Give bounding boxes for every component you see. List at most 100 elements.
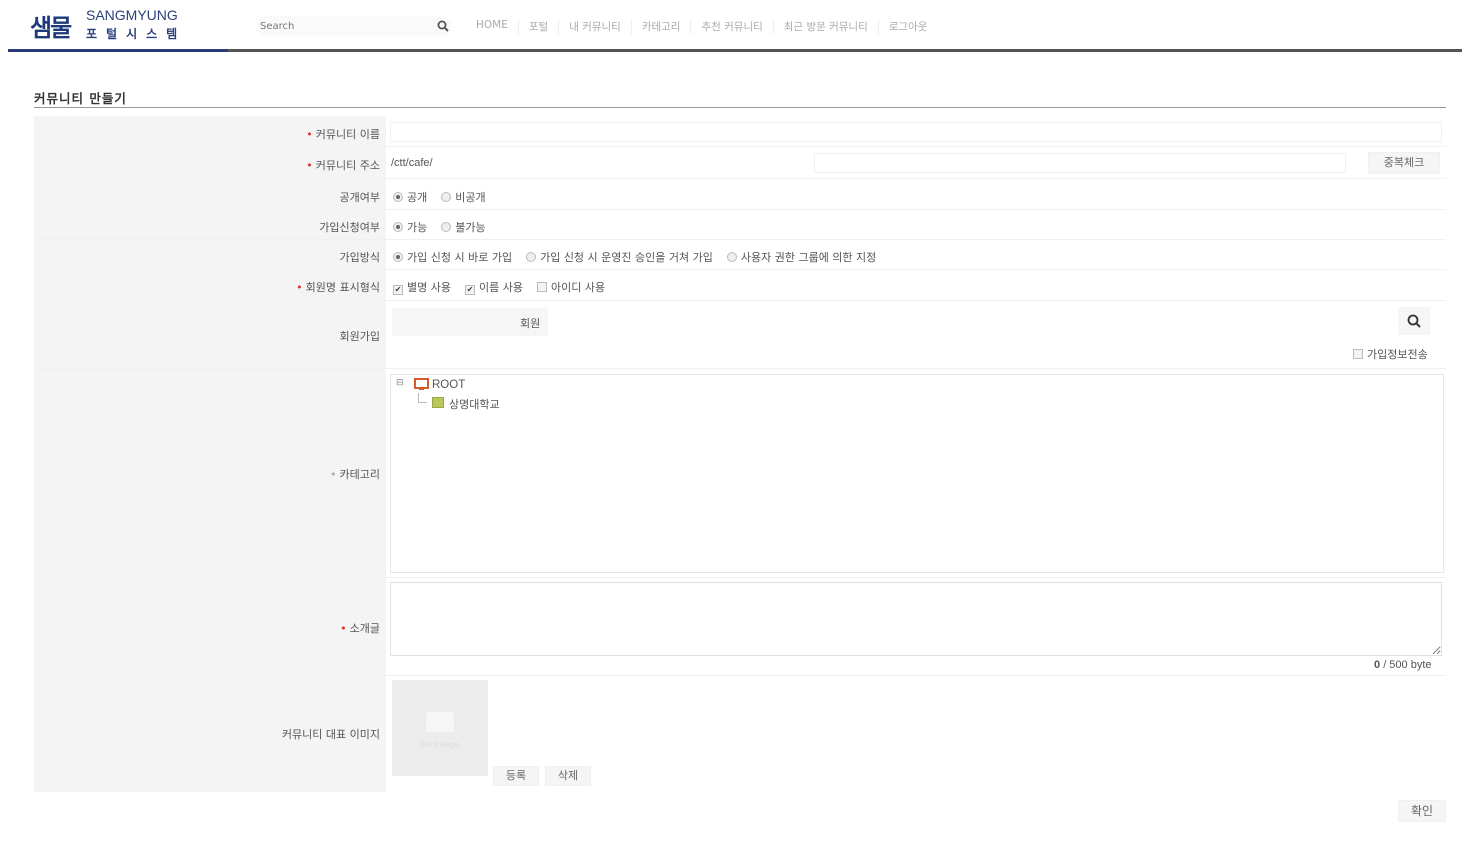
- visibility-public-radio[interactable]: 공개: [393, 189, 427, 205]
- join-allowed-radio[interactable]: 가능: [393, 219, 427, 235]
- row-divider: [34, 178, 1446, 179]
- row-divider: [34, 209, 1446, 210]
- member-group-value: 회원: [520, 317, 541, 330]
- image-placeholder-icon: [426, 712, 454, 732]
- search-icon: [1407, 314, 1421, 328]
- byte-counter: 0 / 500 byte: [1374, 659, 1432, 671]
- nav-my-community[interactable]: 내 커뮤니티: [558, 19, 631, 34]
- logo-text-ko: 포털시스템: [86, 27, 187, 41]
- intro-textarea[interactable]: [390, 582, 1442, 656]
- community-image-preview: No Image: [392, 680, 488, 776]
- address-label-text: 커뮤니티 주소: [315, 159, 380, 172]
- row-divider: [34, 368, 1446, 369]
- option-label: 별명 사용: [407, 281, 451, 294]
- nav-portal[interactable]: 포털: [517, 19, 558, 34]
- row-divider: [34, 577, 1446, 578]
- row-divider: [34, 269, 1446, 270]
- nav-category[interactable]: 카테고리: [630, 19, 691, 34]
- delete-image-button[interactable]: 삭제: [545, 766, 591, 786]
- transfer-label: 가입정보전송: [1367, 348, 1428, 361]
- checkbox-empty-icon: [536, 282, 547, 292]
- page-title: 커뮤니티 만들기: [34, 91, 127, 106]
- row-divider: [34, 146, 1446, 147]
- member-display-label: • 회원명 표시형식: [296, 279, 380, 295]
- checkbox-empty-icon: [1353, 349, 1363, 359]
- nav-home[interactable]: HOME: [470, 19, 518, 34]
- image-label: 커뮤니티 대표 이미지: [281, 728, 380, 741]
- row-divider: [34, 239, 1446, 240]
- member-join-label: 회원가입: [339, 330, 380, 343]
- byte-limit: / 500 byte: [1383, 659, 1432, 671]
- confirm-button[interactable]: 확인: [1398, 800, 1446, 822]
- join-info-transfer-checkbox[interactable]: 가입정보전송: [1353, 346, 1428, 362]
- category-node-icon: [432, 397, 444, 408]
- userid-checkbox[interactable]: 아이디 사용: [536, 279, 606, 295]
- option-label: 공개: [407, 191, 428, 204]
- intro-label: • 소개글: [340, 620, 380, 636]
- radio-icon: [393, 222, 403, 232]
- required-mark: •: [330, 468, 337, 481]
- name-label: • 커뮤니티 이름: [306, 126, 380, 142]
- option-label: 아이디 사용: [550, 281, 606, 294]
- tree-connector: [418, 393, 427, 403]
- top-nav: HOME 포털 내 커뮤니티 카테고리 추천 커뮤니티 최근 방문 커뮤니티 로…: [470, 19, 937, 34]
- required-mark: •: [306, 128, 313, 141]
- required-mark: •: [340, 622, 347, 635]
- tree-root-label[interactable]: ROOT: [432, 379, 465, 391]
- duplicate-check-button[interactable]: 중복체크: [1368, 152, 1440, 174]
- tree-child-label[interactable]: 상명대학교: [449, 396, 500, 412]
- radio-icon: [441, 192, 452, 202]
- join-method-options: 가입 신청 시 바로 가입 가입 신청 시 운영진 승인을 거쳐 가입 사용자 권한…: [393, 249, 890, 265]
- logo-text-en: SANGMYUNG: [86, 7, 178, 23]
- member-display-options: ✔ 별명 사용 ✔ 이름 사용 아이디 사용: [393, 279, 619, 295]
- form-label-column: [34, 116, 386, 792]
- visibility-label: 공개여부: [339, 191, 380, 204]
- nickname-checkbox[interactable]: ✔ 별명 사용: [393, 279, 451, 295]
- option-label: 가입 신청 시 바로 가입: [407, 251, 513, 264]
- root-folder-icon: [414, 378, 429, 390]
- category-label-text: 카테고리: [339, 468, 380, 481]
- radio-icon: [393, 192, 403, 202]
- option-label: 비공개: [455, 191, 486, 204]
- community-name-input[interactable]: [390, 122, 1442, 142]
- join-disallowed-radio[interactable]: 불가능: [441, 219, 486, 235]
- address-prefix: /ctt/cafe/: [391, 157, 433, 169]
- register-image-button[interactable]: 등록: [493, 766, 539, 786]
- member-display-label-text: 회원명 표시형식: [305, 281, 380, 294]
- radio-icon: [441, 222, 452, 232]
- join-request-label: 가입신청여부: [319, 221, 380, 234]
- join-method-label: 가입방식: [339, 251, 380, 264]
- nav-logout[interactable]: 로그아웃: [877, 19, 938, 34]
- search-icon[interactable]: [436, 19, 450, 33]
- category-label: • 카테고리: [330, 466, 380, 482]
- title-divider: [34, 107, 1446, 108]
- row-divider: [34, 300, 1446, 301]
- nav-recommended[interactable]: 추천 커뮤니티: [690, 19, 772, 34]
- option-label: 불가능: [455, 221, 486, 234]
- community-address-input[interactable]: [814, 153, 1346, 173]
- visibility-private-radio[interactable]: 비공개: [441, 189, 486, 205]
- nav-recent[interactable]: 최근 방문 커뮤니티: [772, 19, 878, 34]
- join-request-options: 가능 불가능: [393, 219, 500, 235]
- option-label: 가능: [407, 221, 428, 234]
- join-method-approval-radio[interactable]: 가입 신청 시 운영진 승인을 거쳐 가입: [526, 249, 713, 265]
- option-label: 가입 신청 시 운영진 승인을 거쳐 가입: [540, 251, 713, 264]
- required-mark: •: [296, 281, 303, 294]
- tree-collapse-icon[interactable]: ⊟: [396, 378, 404, 388]
- search-input[interactable]: [256, 16, 452, 36]
- join-method-group-radio[interactable]: 사용자 권한 그룹에 의한 지정: [726, 249, 877, 265]
- no-image-text: No Image: [420, 740, 460, 749]
- address-label: • 커뮤니티 주소: [306, 157, 380, 173]
- check-icon: ✔: [464, 285, 475, 295]
- check-icon: ✔: [393, 285, 403, 295]
- required-mark: •: [306, 159, 313, 172]
- header-divider-brand: [8, 49, 228, 52]
- realname-checkbox[interactable]: ✔ 이름 사용: [464, 279, 523, 295]
- member-search-button[interactable]: [1398, 307, 1430, 335]
- logo-mark[interactable]: 샘물: [30, 8, 72, 43]
- intro-label-text: 소개글: [349, 622, 380, 635]
- option-label: 이름 사용: [478, 281, 523, 294]
- header-divider: [228, 49, 1462, 52]
- option-label: 사용자 권한 그룹에 의한 지정: [740, 251, 877, 264]
- join-method-immediate-radio[interactable]: 가입 신청 시 바로 가입: [393, 249, 512, 265]
